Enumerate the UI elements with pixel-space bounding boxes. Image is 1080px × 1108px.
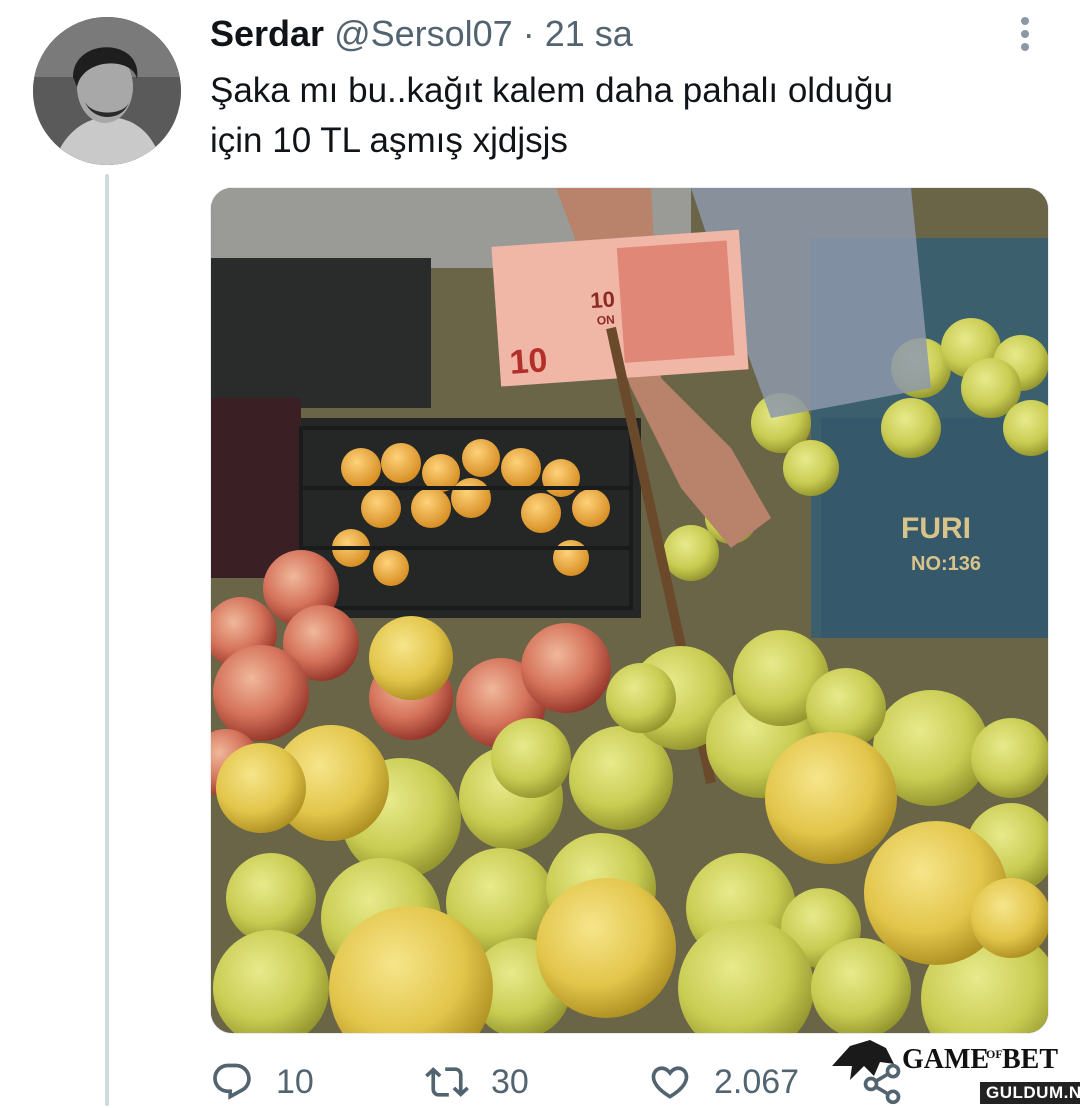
tweet-header: Serdar @Sersol07 · 21 sa [210,12,633,56]
retweet-button[interactable]: 30 [425,1058,529,1106]
fruit-market-photo: 10 10 ON FURI NO:136 [211,188,1048,1033]
svg-text:NO:136: NO:136 [911,553,981,575]
reply-count: 10 [276,1062,314,1101]
heart-icon [651,1066,689,1099]
reply-button[interactable]: 10 [210,1058,314,1106]
retweet-icon [425,1067,469,1097]
like-button[interactable]: 2.067 [648,1058,799,1106]
svg-text:OF: OF [986,1047,1003,1061]
thread-line [105,174,109,1106]
separator-dot: · [522,13,535,54]
svg-text:GAME: GAME [902,1044,989,1075]
more-options-icon[interactable] [1010,14,1040,54]
svg-text:ON: ON [596,312,615,327]
wolf-icon [832,1040,894,1080]
like-count: 2.067 [714,1062,800,1101]
tweet-text-line-2: için 10 TL aşmış xjdjsjs [210,121,568,160]
author-name[interactable]: Serdar [210,12,324,56]
author-handle[interactable]: @Sersol07 [334,12,513,56]
svg-text:10: 10 [590,286,616,313]
avatar-image [33,17,181,165]
watermark-logo: GAME OF BET [830,1036,1065,1084]
retweet-count: 30 [491,1062,529,1101]
watermark-site: GULDUM.NET [980,1082,1080,1104]
svg-text:BET: BET [1002,1044,1058,1075]
reply-icon [213,1063,251,1100]
svg-text:FURI: FURI [901,512,971,545]
tweet-time[interactable]: 21 sa [545,12,633,56]
tweet-media-photo[interactable]: 10 10 ON FURI NO:136 [210,187,1049,1034]
avatar[interactable] [33,17,181,165]
tweet-text-line-1: Şaka mı bu..kağıt kalem daha pahalı oldu… [210,71,893,110]
tweet-text: Şaka mı bu..kağıt kalem daha pahalı oldu… [210,66,1030,166]
svg-text:10: 10 [508,341,548,382]
